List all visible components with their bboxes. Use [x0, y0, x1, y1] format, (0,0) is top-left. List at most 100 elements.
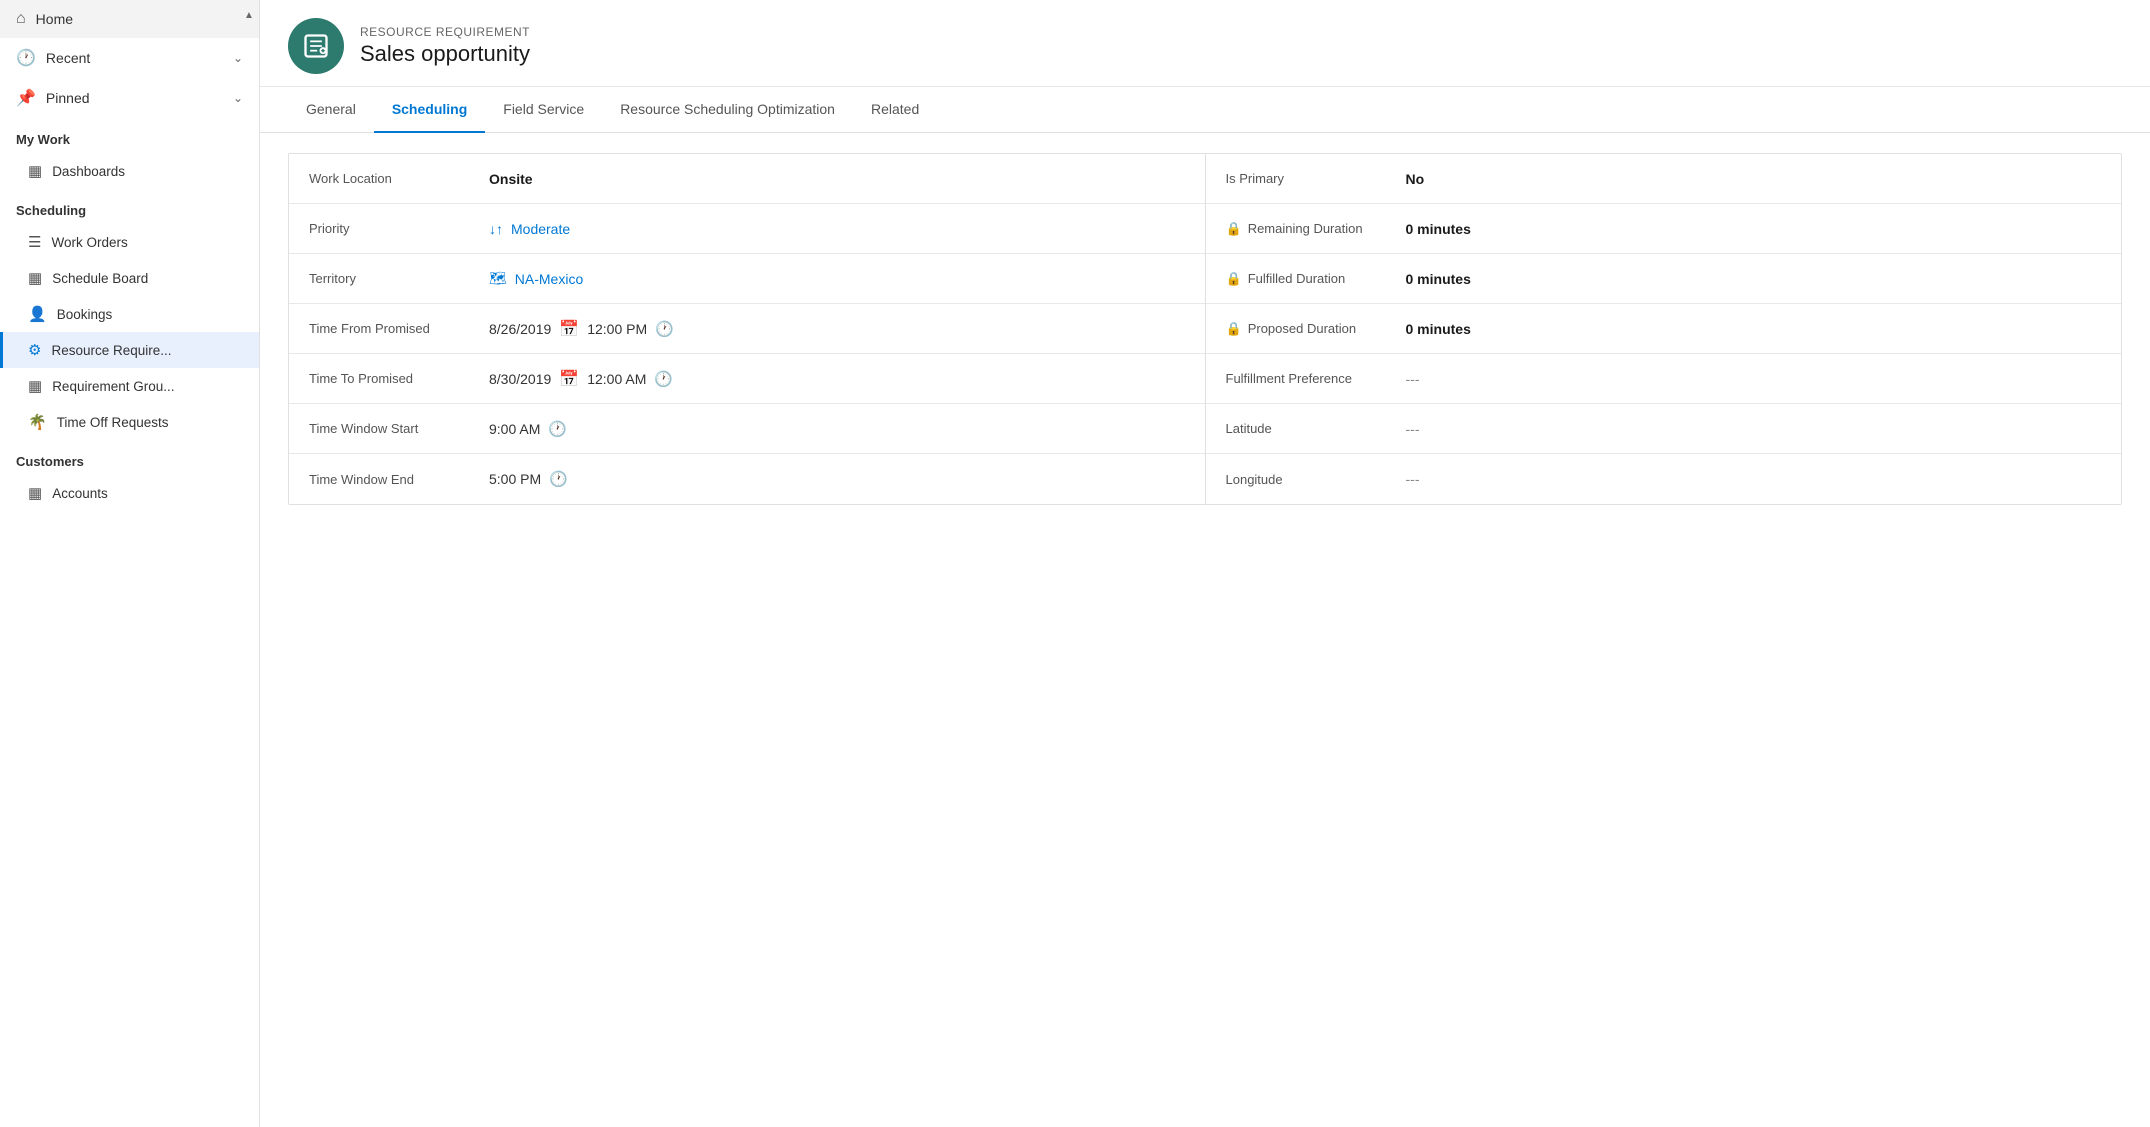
field-row-longitude: Longitude --- [1206, 454, 2122, 504]
sidebar-item-requirement-groups[interactable]: ▦ Requirement Grou... [0, 368, 259, 404]
field-row-fulfillment-preference: Fulfillment Preference --- [1206, 354, 2122, 404]
sidebar: ▲ ⌂ Home 🕐 Recent ⌄ 📌 Pinned ⌄ My Work ▦… [0, 0, 260, 1127]
section-label-customers: Customers [0, 440, 259, 475]
tab-general[interactable]: General [288, 87, 374, 133]
date-value-time-from-promised: 8/26/2019 [489, 321, 551, 337]
requirement-groups-icon: ▦ [28, 377, 42, 395]
tab-related[interactable]: Related [853, 87, 937, 133]
sidebar-nav-pinned[interactable]: 📌 Pinned ⌄ [0, 78, 259, 118]
dashboards-icon: ▦ [28, 162, 42, 180]
sidebar-nav-home[interactable]: ⌂ Home [0, 0, 259, 38]
time-value-time-window-start: 9:00 AM [489, 421, 540, 437]
sidebar-item-schedule-board[interactable]: ▦ Schedule Board [0, 260, 259, 296]
field-label-work-location: Work Location [309, 171, 489, 186]
sidebar-item-time-off-requests[interactable]: 🌴 Time Off Requests [0, 404, 259, 440]
sidebar-item-label-work-orders: Work Orders [51, 235, 127, 250]
sidebar-item-label-schedule-board: Schedule Board [52, 271, 148, 286]
field-value-territory[interactable]: 🗺 NA-Mexico [489, 270, 1185, 287]
field-value-work-location: Onsite [489, 171, 1185, 187]
form-right-col: Is Primary No 🔒 Remaining Duration 0 min… [1205, 154, 2122, 504]
clock-icon[interactable]: 🕐 [654, 370, 673, 388]
record-name: Sales opportunity [360, 41, 530, 67]
clock-icon[interactable]: 🕐 [549, 470, 568, 488]
tab-resource-scheduling-optimization[interactable]: Resource Scheduling Optimization [602, 87, 853, 133]
sidebar-item-label-resource-requirements: Resource Require... [51, 343, 171, 358]
schedule-board-icon: ▦ [28, 269, 42, 287]
field-label-fulfillment-preference: Fulfillment Preference [1226, 371, 1406, 386]
accounts-icon: ▦ [28, 484, 42, 502]
sidebar-scroll-up[interactable]: ▲ [239, 0, 259, 30]
section-label-my-work: My Work [0, 118, 259, 153]
time-value-time-window-end: 5:00 PM [489, 471, 541, 487]
datetime-group-time-to-promised: 8/30/2019 📅 12:00 AM 🕐 [489, 369, 673, 389]
field-row-latitude: Latitude --- [1206, 404, 2122, 454]
sidebar-nav-label-pinned: Pinned [46, 90, 90, 106]
calendar-icon[interactable]: 📅 [559, 369, 579, 389]
resource-requirements-icon: ⚙ [28, 341, 41, 359]
time-off-requests-icon: 🌴 [28, 413, 47, 431]
sidebar-item-work-orders[interactable]: ☰ Work Orders [0, 224, 259, 260]
field-value-remaining-duration: 0 minutes [1406, 221, 2102, 237]
resource-requirement-icon [302, 32, 330, 60]
tabs-bar: GeneralSchedulingField ServiceResource S… [260, 87, 2150, 133]
calendar-icon[interactable]: 📅 [559, 319, 579, 339]
field-label-latitude: Latitude [1226, 421, 1406, 436]
form-left-col: Work Location Onsite Priority ↓↑ Moderat… [289, 154, 1205, 504]
sidebar-nav-label-recent: Recent [46, 50, 90, 66]
main-content: RESOURCE REQUIREMENT Sales opportunity G… [260, 0, 2150, 1127]
field-value-fulfillment-preference: --- [1406, 371, 2102, 387]
sidebar-item-label-accounts: Accounts [52, 486, 108, 501]
map-icon: 🗺 [489, 270, 507, 287]
sidebar-item-label-requirement-groups: Requirement Grou... [52, 379, 174, 394]
sidebar-item-label-time-off-requests: Time Off Requests [57, 415, 169, 430]
clock-icon[interactable]: 🕐 [548, 420, 567, 438]
field-label-is-primary: Is Primary [1226, 171, 1406, 186]
form-content: Work Location Onsite Priority ↓↑ Moderat… [260, 133, 2150, 1127]
record-type: RESOURCE REQUIREMENT [360, 25, 530, 39]
field-label-time-to-promised: Time To Promised [309, 371, 489, 386]
sidebar-item-dashboards[interactable]: ▦ Dashboards [0, 153, 259, 189]
sidebar-nav-recent[interactable]: 🕐 Recent ⌄ [0, 38, 259, 78]
field-value-is-primary: No [1406, 171, 2102, 187]
field-value-priority[interactable]: ↓↑ Moderate [489, 221, 1185, 237]
chevron-icon: ⌄ [233, 91, 243, 105]
field-row-time-from-promised: Time From Promised 8/26/2019 📅 12:00 PM … [289, 304, 1205, 354]
field-label-remaining-duration: 🔒 Remaining Duration [1226, 221, 1406, 237]
tab-field-service[interactable]: Field Service [485, 87, 602, 133]
sort-icon: ↓↑ [489, 221, 503, 237]
field-row-time-to-promised: Time To Promised 8/30/2019 📅 12:00 AM 🕐 [289, 354, 1205, 404]
field-row-is-primary: Is Primary No [1206, 154, 2122, 204]
field-label-time-window-start: Time Window Start [309, 421, 489, 436]
home-icon: ⌂ [16, 10, 26, 28]
sidebar-item-bookings[interactable]: 👤 Bookings [0, 296, 259, 332]
field-value-longitude: --- [1406, 471, 2102, 487]
sidebar-item-resource-requirements[interactable]: ⚙ Resource Require... [0, 332, 259, 368]
tab-scheduling[interactable]: Scheduling [374, 87, 485, 133]
chevron-icon: ⌄ [233, 51, 243, 65]
field-label-proposed-duration: 🔒 Proposed Duration [1226, 321, 1406, 337]
section-label-scheduling: Scheduling [0, 189, 259, 224]
lock-icon: 🔒 [1226, 271, 1242, 287]
pinned-icon: 📌 [16, 88, 36, 108]
field-row-time-window-end: Time Window End 5:00 PM 🕐 [289, 454, 1205, 504]
clock-icon[interactable]: 🕐 [655, 320, 674, 338]
recent-icon: 🕐 [16, 48, 36, 68]
field-row-priority: Priority ↓↑ Moderate [289, 204, 1205, 254]
time-group-time-window-end: 5:00 PM 🕐 [489, 470, 568, 488]
form-section: Work Location Onsite Priority ↓↑ Moderat… [288, 153, 2122, 505]
sidebar-item-accounts[interactable]: ▦ Accounts [0, 475, 259, 511]
bookings-icon: 👤 [28, 305, 47, 323]
time-value-time-from-promised: 12:00 PM [587, 321, 647, 337]
field-label-territory: Territory [309, 271, 489, 286]
field-label-longitude: Longitude [1226, 472, 1406, 487]
field-label-time-from-promised: Time From Promised [309, 321, 489, 336]
record-header: RESOURCE REQUIREMENT Sales opportunity [260, 0, 2150, 87]
lock-icon: 🔒 [1226, 321, 1242, 337]
sidebar-nav-label-home: Home [36, 11, 73, 27]
field-row-time-window-start: Time Window Start 9:00 AM 🕐 [289, 404, 1205, 454]
field-value-fulfilled-duration: 0 minutes [1406, 271, 2102, 287]
field-row-territory: Territory 🗺 NA-Mexico [289, 254, 1205, 304]
field-label-priority: Priority [309, 221, 489, 236]
field-label-fulfilled-duration: 🔒 Fulfilled Duration [1226, 271, 1406, 287]
field-value-proposed-duration: 0 minutes [1406, 321, 2102, 337]
